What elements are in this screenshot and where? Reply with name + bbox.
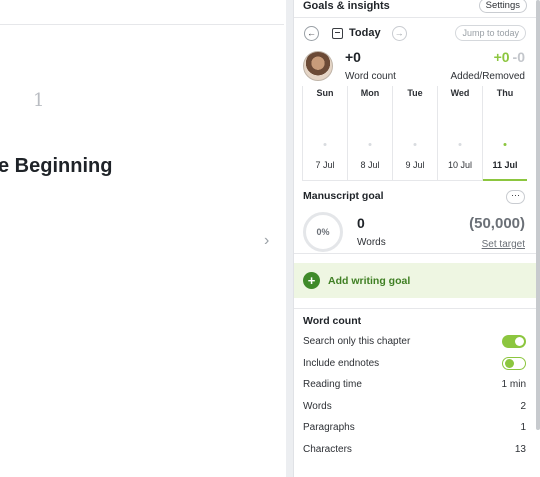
day-date: 8 Jul	[360, 160, 380, 170]
include-endnotes-toggle[interactable]	[502, 356, 526, 370]
day-indicator	[323, 143, 327, 146]
search-chapter-row: Search only this chapter	[303, 331, 526, 353]
day-indicator	[413, 143, 417, 146]
added-removed-value: +0 -0	[494, 49, 525, 65]
progress-percent: 0%	[316, 227, 330, 237]
jump-to-today-button[interactable]: Jump to today	[455, 25, 526, 41]
include-endnotes-row: Include endnotes	[303, 353, 526, 375]
day-indicator	[458, 143, 462, 146]
day-name: Mon	[360, 88, 380, 98]
words-row: Words 2	[303, 396, 526, 418]
day-date: 11 Jul	[492, 160, 518, 170]
day-name: Tue	[407, 88, 423, 98]
day-column[interactable]: Sun 7 Jul	[302, 86, 348, 180]
characters-row: Characters 13	[303, 439, 526, 461]
removed-value: -0	[512, 49, 525, 65]
day-column[interactable]: Wed 10 Jul	[438, 86, 483, 180]
added-removed-label: Added/Removed	[450, 71, 526, 82]
day-column-selected[interactable]: Thu 11 Jul	[483, 86, 527, 181]
day-date: 9 Jul	[405, 160, 425, 170]
goal-unit: Words	[357, 237, 386, 248]
word-count-value: +0	[345, 49, 361, 65]
day-date: 10 Jul	[447, 160, 473, 170]
today-label[interactable]: Today	[349, 27, 381, 39]
paragraphs-row: Paragraphs 1	[303, 417, 526, 439]
day-date: 7 Jul	[315, 160, 335, 170]
row-label: Include endnotes	[303, 357, 380, 369]
progress-ring: 0%	[303, 212, 343, 252]
search-chapter-toggle[interactable]	[502, 335, 526, 349]
arrow-right-icon[interactable]: →	[391, 25, 407, 41]
calendar-icon	[332, 27, 343, 39]
word-count-summary: +0 Word count +0 -0 Added/Removed	[294, 48, 536, 86]
day-name: Sun	[316, 88, 334, 98]
day-name: Wed	[450, 88, 470, 98]
manuscript-goal-title: Manuscript goal	[303, 190, 384, 202]
word-count-section: Word count Search only this chapter Incl…	[294, 308, 536, 460]
arrow-left-icon[interactable]: ←	[304, 25, 319, 41]
row-label: Reading time	[303, 379, 362, 391]
manuscript-goal: Manuscript goal ··· 0% 0 Words (50,000) …	[294, 181, 536, 254]
day-name: Thu	[496, 88, 514, 98]
row-value: 1 min	[501, 379, 526, 391]
chapter-number: 1	[33, 90, 45, 111]
goals-panel: Goals & insights Settings ← Today → Jump…	[293, 0, 536, 477]
row-label: Characters	[303, 443, 352, 455]
avatar	[303, 51, 333, 81]
chapter-title[interactable]: e Beginning	[0, 155, 112, 178]
reading-time-row: Reading time 1 min	[303, 374, 526, 396]
panel-resize-handle[interactable]	[286, 0, 293, 477]
day-column[interactable]: Mon 8 Jul	[348, 86, 393, 180]
goal-current-value: 0	[357, 215, 365, 231]
row-label: Words	[303, 400, 332, 412]
panel-scrollbar[interactable]	[536, 0, 540, 430]
editor-area[interactable]: 1 e Beginning ›	[0, 0, 290, 477]
panel-header: Goals & insights Settings	[294, 0, 536, 18]
set-target-link[interactable]: Set target	[482, 239, 525, 250]
added-value: +0	[493, 49, 510, 65]
date-navigator: ← Today → Jump to today	[294, 18, 536, 48]
goal-target-value: (50,000)	[469, 215, 525, 232]
row-value: 13	[514, 443, 526, 455]
row-label: Paragraphs	[303, 422, 355, 434]
day-indicator	[503, 143, 507, 146]
add-writing-goal-button[interactable]: + Add writing goal	[294, 263, 536, 298]
row-label: Search only this chapter	[303, 336, 411, 348]
week-calendar: Sun 7 Jul Mon 8 Jul Tue 9 Jul Wed 10 Jul…	[302, 86, 527, 181]
day-column[interactable]: Tue 9 Jul	[393, 86, 438, 180]
plus-icon: +	[303, 272, 320, 289]
more-options-button[interactable]: ···	[506, 190, 525, 204]
row-value: 1	[520, 422, 526, 434]
settings-button[interactable]: Settings	[478, 0, 527, 13]
day-indicator	[368, 143, 372, 146]
word-count-label: Word count	[345, 71, 396, 82]
panel-title: Goals & insights	[303, 0, 390, 12]
chevron-right-icon[interactable]: ›	[264, 232, 269, 250]
editor-divider	[0, 24, 284, 25]
word-count-section-title: Word count	[303, 315, 362, 327]
row-value: 2	[520, 400, 526, 412]
add-goal-label: Add writing goal	[328, 274, 411, 287]
